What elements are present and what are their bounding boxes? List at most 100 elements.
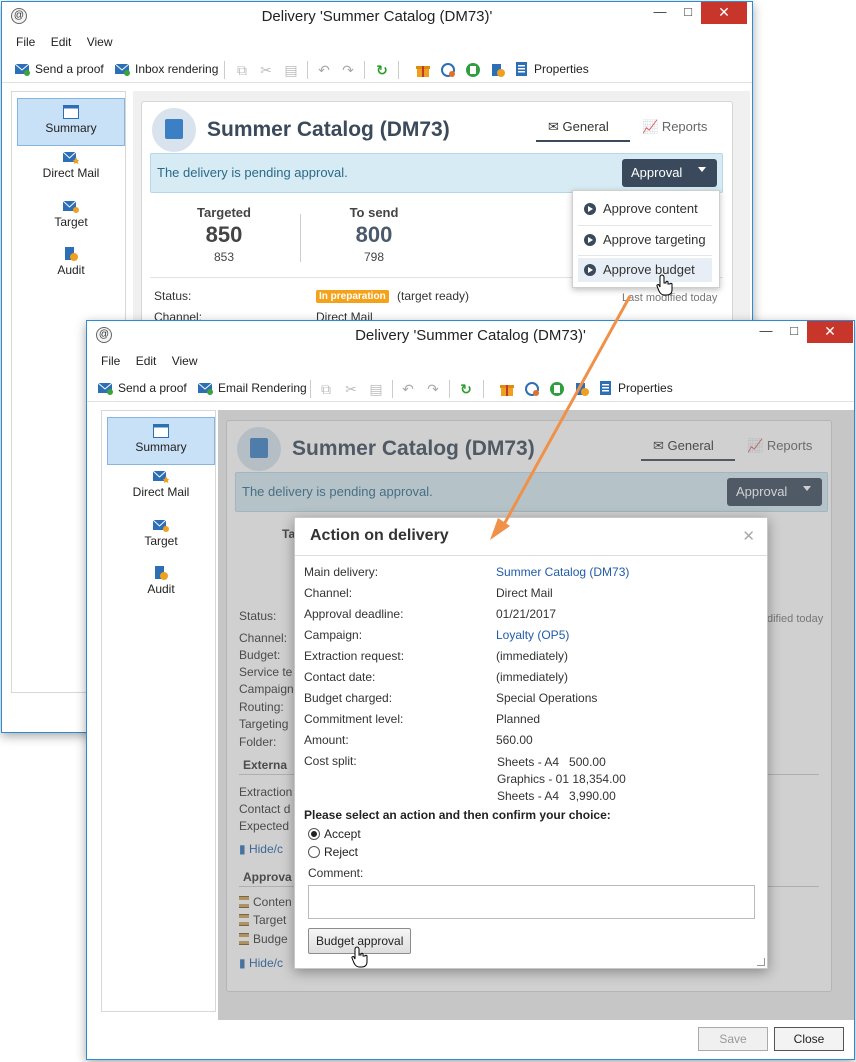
toolbar-separator	[307, 61, 308, 79]
summary-icon	[63, 105, 79, 119]
nav-item-direct-mail[interactable]: Direct Mail	[107, 463, 215, 511]
nav-item-summary[interactable]: Summary	[107, 417, 215, 465]
undo-icon[interactable]: ↶	[316, 62, 332, 78]
toolbar: Send a proof Inbox rendering ⧉ ✂ ▤ ↶ ↷ ↻…	[2, 55, 752, 83]
reject-radio[interactable]: Reject	[308, 845, 358, 859]
status-badge: In preparation	[316, 290, 389, 303]
stat-divider	[300, 214, 301, 262]
arrow-right-icon	[584, 234, 596, 246]
tab-reports[interactable]: 📈 Reports	[642, 119, 707, 135]
nav-item-direct-mail[interactable]: Direct Mail	[17, 144, 125, 192]
menu-view[interactable]: View	[172, 354, 198, 368]
audit-icon[interactable]	[574, 381, 590, 397]
accept-radio[interactable]: Accept	[308, 827, 361, 841]
paste-icon[interactable]: ▤	[368, 381, 384, 397]
menu-edit[interactable]: Edit	[136, 354, 157, 368]
nav-item-target[interactable]: Target	[107, 512, 215, 560]
close-window-button[interactable]: ✕	[701, 2, 747, 24]
paste-icon[interactable]: ▤	[283, 62, 299, 78]
redo-icon[interactable]: ↷	[425, 381, 441, 397]
email-rendering-button[interactable]: Email Rendering	[198, 379, 307, 397]
approve-content-item[interactable]: Approve content	[578, 197, 712, 221]
dialog-title: Action on delivery	[310, 527, 449, 544]
calculator-icon[interactable]	[465, 62, 481, 78]
redo-icon[interactable]: ↷	[340, 62, 356, 78]
menu-file[interactable]: File	[101, 354, 120, 368]
stat-targeted: Targeted 850 853	[197, 205, 251, 264]
hand-cursor-icon	[351, 946, 368, 968]
close-window-button[interactable]: ✕	[807, 321, 853, 343]
gift-icon[interactable]	[415, 62, 431, 78]
title-bar: @ Delivery 'Summer Catalog (DM73)' — □ ✕	[2, 2, 752, 32]
properties-button[interactable]: Properties	[598, 379, 673, 397]
nav-item-audit[interactable]: Audit	[17, 241, 125, 289]
toolbar-separator	[392, 380, 393, 398]
minimize-button[interactable]: —	[751, 321, 781, 343]
refresh-icon[interactable]: ↻	[374, 62, 390, 78]
close-button[interactable]: Close	[774, 1027, 844, 1051]
hand-cursor-icon	[656, 274, 673, 296]
menu-bar: File Edit View	[87, 351, 854, 371]
nav-item-target[interactable]: Target	[17, 193, 125, 241]
send-proof-button[interactable]: Send a proof	[98, 379, 187, 397]
menu-file[interactable]: File	[16, 35, 35, 49]
send-proof-button[interactable]: Send a proof	[15, 60, 104, 78]
close-icon[interactable]: ✕	[742, 527, 755, 545]
cut-icon[interactable]: ✂	[343, 381, 359, 397]
dialog-field-link[interactable]: Loyalty (OP5)	[496, 628, 569, 642]
resize-handle[interactable]	[757, 958, 765, 966]
minimize-button[interactable]: —	[645, 2, 675, 24]
maximize-button[interactable]: □	[673, 2, 703, 24]
gift-icon[interactable]	[499, 381, 515, 397]
summary-icon	[153, 424, 169, 438]
approve-budget-item[interactable]: Approve budget	[578, 258, 712, 282]
maximize-button[interactable]: □	[779, 321, 809, 343]
tab-general[interactable]: ✉ General	[548, 119, 609, 135]
arrow-right-icon	[584, 264, 596, 276]
rendering-icon	[115, 63, 130, 76]
dialog-field-label: Amount:	[304, 733, 349, 747]
inbox-rendering-button[interactable]: Inbox rendering	[115, 60, 218, 78]
nav-item-summary[interactable]: Summary	[17, 98, 125, 146]
delivery-title: Summer Catalog (DM73)	[207, 118, 450, 141]
approval-button[interactable]: Approval	[622, 159, 717, 187]
dialog-field-label: Extraction request:	[304, 649, 405, 663]
audit-icon[interactable]	[490, 62, 506, 78]
direct-mail-icon	[63, 151, 79, 164]
dialog-field-label: Main delivery:	[304, 565, 379, 579]
undo-icon[interactable]: ↶	[400, 381, 416, 397]
copy-icon[interactable]: ⧉	[234, 62, 250, 78]
dialog-field-label: Channel:	[304, 586, 353, 600]
send-proof-icon	[15, 63, 30, 76]
menu-edit[interactable]: Edit	[51, 35, 72, 49]
target-icon[interactable]	[524, 381, 540, 397]
window-title: Delivery 'Summer Catalog (DM73)'	[355, 327, 586, 344]
dropdown-divider	[578, 255, 712, 256]
cost-split-line: Sheets - A4 500.00	[497, 755, 606, 769]
dialog-field-value: Planned	[496, 712, 541, 726]
window-title: Delivery 'Summer Catalog (DM73)'	[261, 8, 493, 25]
dialog-field-value: Special Operations	[496, 691, 598, 705]
properties-icon	[600, 381, 611, 395]
target-icon[interactable]	[440, 62, 456, 78]
properties-button[interactable]: Properties	[514, 60, 589, 78]
audit-nav-icon	[155, 566, 168, 580]
comment-field[interactable]	[308, 885, 755, 919]
status-label: Status:	[154, 289, 192, 303]
save-button[interactable]: Save	[698, 1027, 768, 1051]
calculator-icon[interactable]	[549, 381, 565, 397]
dialog-field-link[interactable]: Summer Catalog (DM73)	[496, 565, 629, 579]
toolbar-separator	[310, 380, 311, 398]
stat-to-send: To send 800 798	[349, 205, 399, 264]
menu-bar: File Edit View	[2, 32, 752, 52]
copy-icon[interactable]: ⧉	[318, 381, 334, 397]
menu-view[interactable]: View	[87, 35, 113, 49]
pending-banner: The delivery is pending approval. Approv…	[150, 153, 723, 193]
nav-item-audit[interactable]: Audit	[107, 560, 215, 608]
target-nav-icon	[63, 200, 79, 213]
cut-icon[interactable]: ✂	[258, 62, 274, 78]
refresh-icon[interactable]: ↻	[458, 381, 474, 397]
approve-targeting-item[interactable]: Approve targeting	[578, 228, 712, 252]
approval-dropdown: Approve content Approve targeting Approv…	[572, 190, 720, 288]
dialog-field-value: (immediately)	[496, 649, 569, 663]
